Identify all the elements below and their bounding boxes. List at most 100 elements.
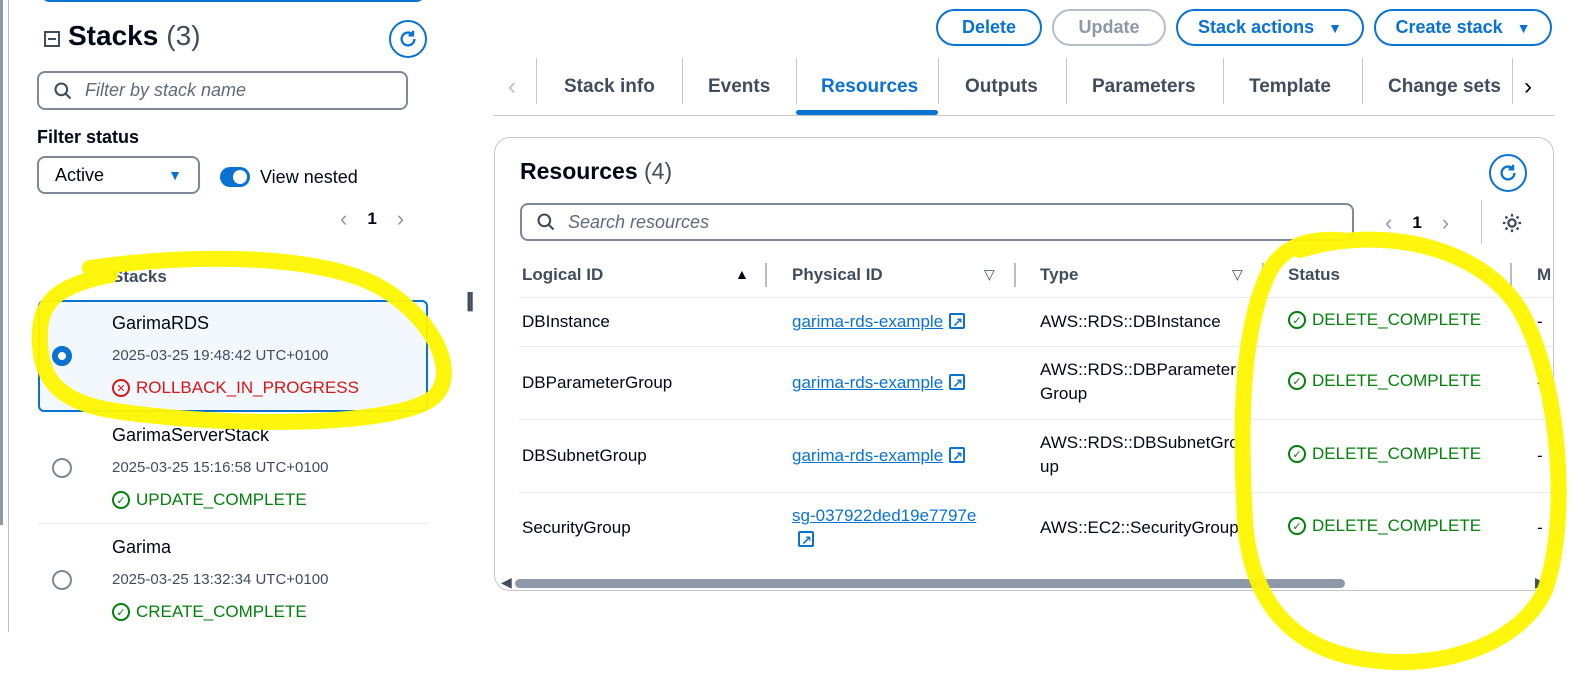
cell-type: AWS::EC2::SecurityGroup <box>1040 518 1239 537</box>
col-logical-id[interactable]: Logical ID <box>522 265 603 285</box>
stacks-column-header: Stacks <box>112 267 167 286</box>
sort-icon[interactable]: ▽ <box>1232 266 1243 283</box>
physical-id-link[interactable]: garima-rds-example <box>792 310 966 335</box>
cell-type: AWS::RDS::DBSubnetGroup <box>1040 433 1239 476</box>
external-link-icon <box>949 311 966 335</box>
stack-actions-button[interactable]: Stack actions ▼ <box>1176 9 1364 46</box>
external-link-icon <box>798 529 814 553</box>
resources-page-number[interactable]: 1 <box>1412 213 1421 233</box>
column-separator <box>1510 263 1512 287</box>
stack-filter-input[interactable]: Filter by stack name <box>37 71 408 110</box>
horizontal-scrollbar[interactable] <box>515 579 1345 588</box>
resources-panel: Resources (4) Search resources ‹ 1 › Log… <box>494 137 1554 591</box>
scroll-right-icon[interactable]: ▶ <box>1535 574 1546 590</box>
refresh-stacks-button[interactable] <box>389 20 427 58</box>
tab-template[interactable]: Template <box>1249 58 1331 116</box>
active-tab-indicator <box>796 110 938 115</box>
stacks-page-number[interactable]: 1 <box>367 209 376 229</box>
tabs-scroll-left-icon[interactable]: ‹ <box>508 58 516 116</box>
tab-bar: ‹ Stack info Events Resources Outputs Pa… <box>494 58 1554 116</box>
chevron-right-icon[interactable]: › <box>397 206 404 232</box>
tab-change-sets[interactable]: Change sets <box>1388 58 1501 116</box>
stack-status: ✕ ROLLBACK_IN_PROGRESS <box>112 378 359 398</box>
chevron-left-icon[interactable]: ‹ <box>1385 210 1392 236</box>
resize-handle[interactable]: || <box>466 290 474 313</box>
physical-id-link[interactable]: sg-037922ded19e7797e <box>792 504 992 553</box>
stack-name[interactable]: GarimaServerStack <box>112 425 269 446</box>
stack-status-text: ROLLBACK_IN_PROGRESS <box>136 378 359 397</box>
stack-status-text: CREATE_COMPLETE <box>136 602 307 621</box>
stacks-heading: Stacks (3) <box>44 20 201 52</box>
row-divider <box>519 297 1553 298</box>
filter-status-value: Active <box>55 164 105 185</box>
chevron-right-icon[interactable]: › <box>1442 210 1449 236</box>
column-separator <box>1262 263 1264 287</box>
sort-icon[interactable]: ▽ <box>984 266 995 283</box>
chevron-left-icon[interactable]: ‹ <box>340 206 347 232</box>
physical-id-link[interactable]: garima-rds-example <box>792 444 966 469</box>
collapse-icon[interactable] <box>44 31 60 47</box>
cell-extra: - <box>1537 312 1543 331</box>
resources-search-input[interactable]: Search resources <box>520 203 1354 241</box>
tabs-scroll-right-icon[interactable]: › <box>1524 58 1532 116</box>
stack-radio[interactable] <box>52 346 72 366</box>
view-nested-label: View nested <box>260 167 358 187</box>
cell-logical-id: SecurityGroup <box>522 518 631 537</box>
stack-radio[interactable] <box>52 458 72 478</box>
sort-icon[interactable]: ▽ <box>1480 266 1491 283</box>
scroll-left-icon[interactable]: ◀ <box>501 574 512 590</box>
column-separator <box>85 265 87 287</box>
cell-logical-id: DBInstance <box>522 312 610 331</box>
cell-status: ✓ DELETE_COMPLETE <box>1288 516 1481 536</box>
delete-button[interactable]: Delete <box>936 9 1042 46</box>
tab-separator <box>536 58 537 104</box>
col-type[interactable]: Type <box>1040 265 1078 285</box>
col-status[interactable]: Status <box>1288 265 1340 285</box>
refresh-resources-button[interactable] <box>1489 154 1527 192</box>
caret-down-icon: ▼ <box>168 167 182 183</box>
stacks-title: Stacks <box>68 20 159 51</box>
stack-name[interactable]: Garima <box>112 537 171 558</box>
tab-outputs[interactable]: Outputs <box>965 58 1038 116</box>
external-link-icon <box>949 372 966 396</box>
cell-extra: - <box>1537 373 1543 392</box>
success-icon: ✓ <box>1288 311 1306 329</box>
tab-parameters[interactable]: Parameters <box>1092 58 1196 116</box>
success-icon: ✓ <box>112 491 130 509</box>
tab-separator <box>682 58 683 104</box>
filter-status-select[interactable]: Active ▼ <box>37 156 200 194</box>
caret-down-icon: ▼ <box>1328 19 1342 36</box>
tab-events[interactable]: Events <box>708 58 770 116</box>
cell-status: ✓ DELETE_COMPLETE <box>1288 444 1481 464</box>
resources-heading: Resources (4) <box>520 158 673 184</box>
settings-gear-icon[interactable] <box>1501 212 1523 239</box>
col-more[interactable]: M <box>1537 265 1551 285</box>
row-divider <box>519 346 1553 347</box>
refresh-icon <box>1500 164 1516 181</box>
primary-button-partial[interactable] <box>40 0 426 2</box>
update-button[interactable]: Update <box>1052 9 1166 46</box>
create-stack-button[interactable]: Create stack ▼ <box>1374 9 1552 46</box>
success-icon: ✓ <box>1288 445 1306 463</box>
sort-ascending-icon[interactable]: ▲ <box>735 266 749 282</box>
stack-name[interactable]: GarimaRDS <box>112 313 209 334</box>
row-divider <box>519 419 1553 420</box>
view-nested-toggle[interactable] <box>220 167 250 187</box>
cell-extra: - <box>1537 446 1543 465</box>
cell-type: AWS::RDS::DBParameterGroup <box>1040 360 1236 403</box>
stack-radio[interactable] <box>52 570 72 590</box>
tab-resources[interactable]: Resources <box>821 58 918 116</box>
panel-divider <box>8 0 9 632</box>
refresh-icon <box>400 30 416 47</box>
stack-filter-placeholder: Filter by stack name <box>85 80 247 100</box>
success-icon: ✓ <box>1288 517 1306 535</box>
row-divider <box>519 492 1553 493</box>
tab-separator <box>1362 58 1363 104</box>
search-icon <box>54 81 72 99</box>
tab-stack-info[interactable]: Stack info <box>564 58 655 116</box>
col-physical-id[interactable]: Physical ID <box>792 265 883 285</box>
stacks-pagination: ‹ 1 › <box>340 206 404 232</box>
search-icon <box>537 213 555 231</box>
window-edge <box>0 0 3 525</box>
physical-id-link[interactable]: garima-rds-example <box>792 371 966 396</box>
